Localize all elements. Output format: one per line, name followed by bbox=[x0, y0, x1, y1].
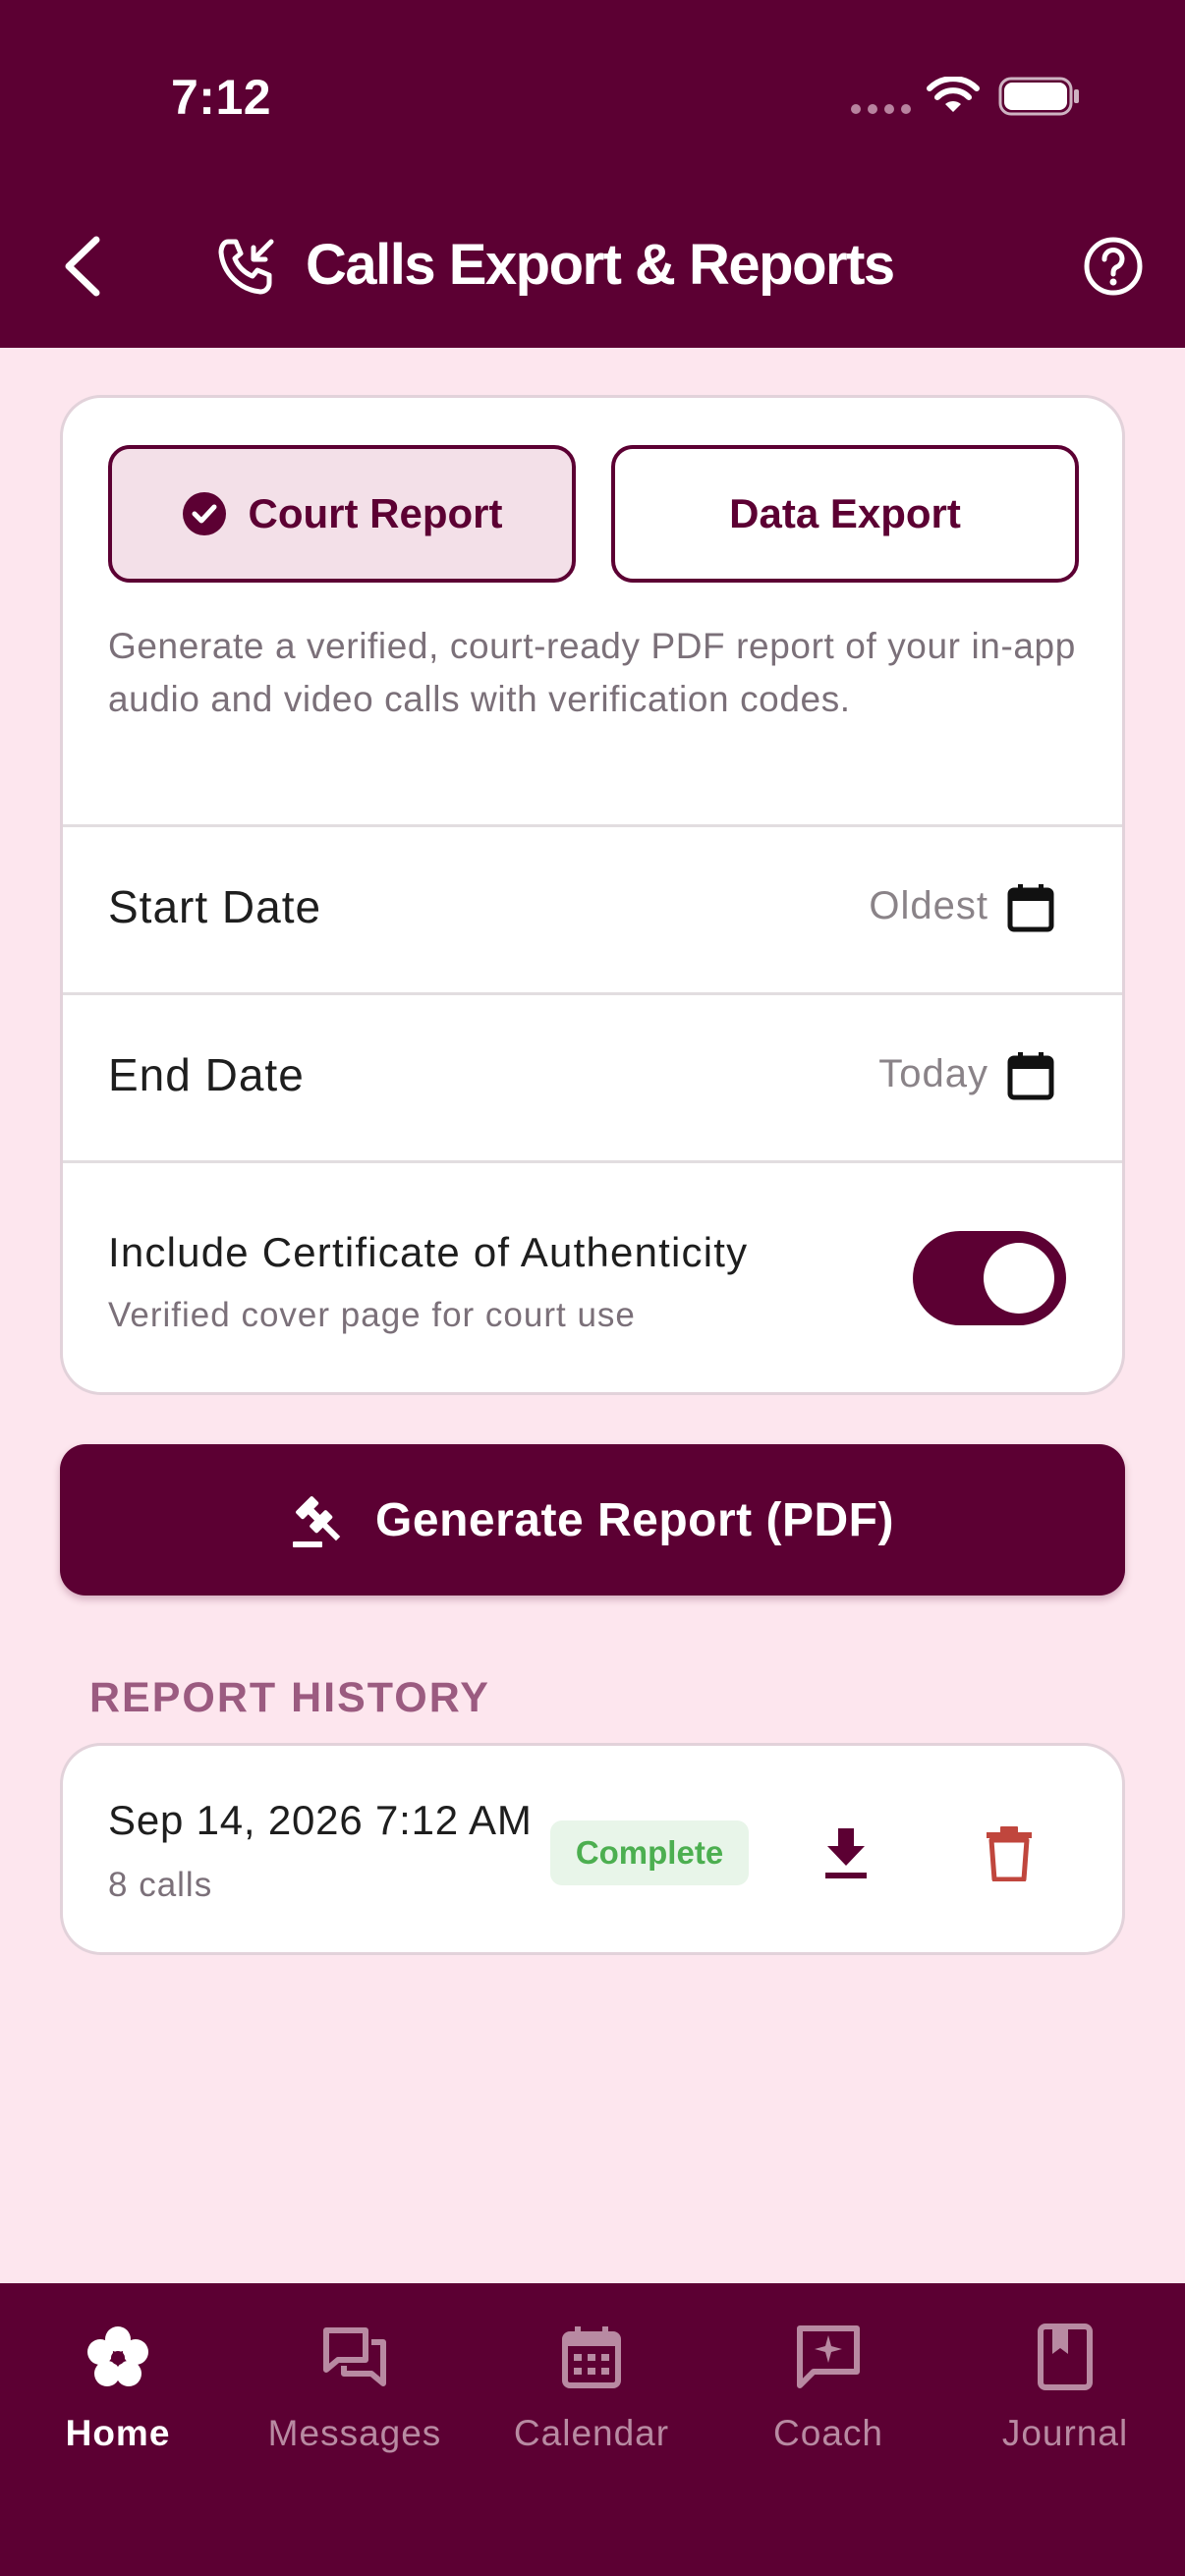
generate-report-label: Generate Report (PDF) bbox=[375, 1493, 894, 1546]
start-date-row[interactable]: Start Date Oldest bbox=[63, 827, 1122, 992]
nav-journal-label: Journal bbox=[1001, 2413, 1129, 2453]
court-report-label: Court Report bbox=[248, 490, 503, 536]
sparkle-chat-icon bbox=[797, 2325, 860, 2388]
nav-coach[interactable]: Coach bbox=[730, 2317, 927, 2484]
gavel-icon bbox=[293, 1496, 341, 1547]
battery-icon bbox=[998, 77, 1079, 116]
calendar-icon bbox=[562, 2326, 621, 2388]
journal-icon bbox=[1038, 2324, 1093, 2390]
report-history-title: REPORT HISTORY bbox=[89, 1674, 490, 1721]
court-report-tab[interactable]: Court Report bbox=[108, 445, 576, 583]
data-export-label: Data Export bbox=[729, 490, 961, 536]
end-date-row[interactable]: End Date Today bbox=[63, 995, 1122, 1160]
nav-home-label: Home bbox=[65, 2413, 171, 2453]
calendar-icon[interactable] bbox=[1006, 882, 1055, 933]
end-date-value: Today bbox=[878, 1052, 988, 1095]
report-history-item[interactable]: Sep 14, 2026 7:12 AM 8 calls Complete bbox=[60, 1743, 1125, 1955]
nav-calendar[interactable]: Calendar bbox=[493, 2317, 690, 2484]
certificate-subtitle: Verified cover page for court use bbox=[108, 1296, 636, 1334]
wifi-icon bbox=[927, 77, 980, 112]
signal-dots-icon bbox=[851, 104, 911, 114]
status-time: 7:12 bbox=[171, 70, 272, 125]
start-date-label: Start Date bbox=[108, 881, 322, 932]
report-call-count: 8 calls bbox=[108, 1866, 213, 1904]
certificate-title: Include Certificate of Authenticity bbox=[108, 1229, 749, 1275]
data-export-tab[interactable]: Data Export bbox=[611, 445, 1079, 583]
delete-icon[interactable] bbox=[985, 1824, 1034, 1881]
divider bbox=[63, 1160, 1122, 1163]
generate-report-button[interactable]: Generate Report (PDF) bbox=[60, 1444, 1125, 1596]
nav-messages[interactable]: Messages bbox=[256, 2317, 453, 2484]
report-date: Sep 14, 2026 7:12 AM bbox=[108, 1797, 533, 1843]
help-icon[interactable] bbox=[1083, 236, 1144, 297]
chat-icon bbox=[323, 2327, 386, 2386]
app-header: 7:12 Calls Export & Reports bbox=[0, 0, 1185, 348]
report-description: Generate a verified, court-ready PDF rep… bbox=[108, 626, 1076, 719]
flower-icon bbox=[87, 2326, 148, 2386]
status-badge: Complete bbox=[550, 1820, 749, 1885]
calendar-icon[interactable] bbox=[1006, 1050, 1055, 1101]
certificate-toggle[interactable] bbox=[913, 1231, 1066, 1325]
bottom-navigation: Home Messages Calendar Coach Journal bbox=[0, 2283, 1185, 2576]
start-date-value: Oldest bbox=[869, 884, 988, 927]
end-date-label: End Date bbox=[108, 1049, 305, 1100]
check-circle-icon bbox=[182, 492, 226, 535]
download-icon[interactable] bbox=[819, 1824, 873, 1881]
nav-coach-label: Coach bbox=[773, 2413, 883, 2453]
nav-calendar-label: Calendar bbox=[513, 2413, 670, 2453]
nav-journal[interactable]: Journal bbox=[967, 2317, 1163, 2484]
back-chevron-icon[interactable] bbox=[57, 232, 110, 301]
page-title: Calls Export & Reports bbox=[306, 233, 895, 297]
call-received-icon bbox=[218, 239, 274, 295]
nav-home[interactable]: Home bbox=[20, 2317, 216, 2484]
nav-messages-label: Messages bbox=[267, 2413, 442, 2453]
